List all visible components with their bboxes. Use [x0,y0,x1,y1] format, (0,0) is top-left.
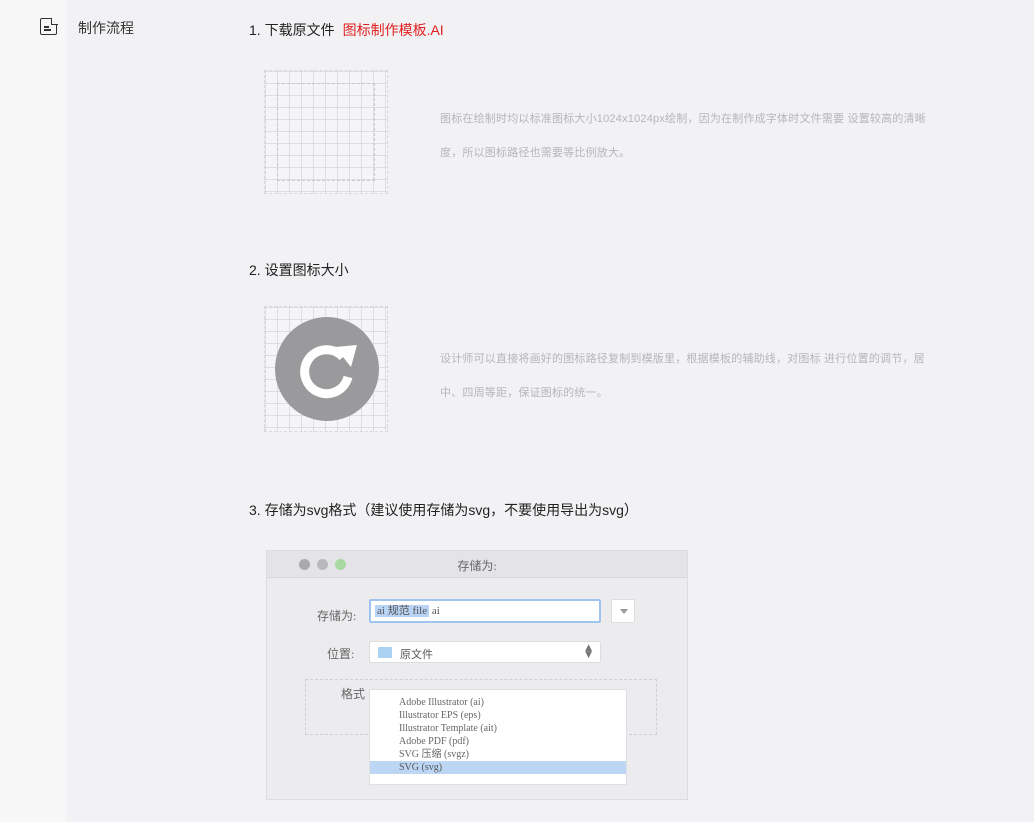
refresh-icon-circle [275,317,379,421]
section-title: 制作流程 [78,20,134,36]
format-option[interactable]: Illustrator EPS (eps) [370,709,626,722]
format-option[interactable]: Adobe PDF (pdf) [370,735,626,748]
step-2-description: 设计师可以直接将画好的图标路径复制到模版里，根据模板的辅助线，对图标 进行位置的… [440,353,925,399]
format-option[interactable]: Illustrator Template (ait) [370,722,626,735]
dialog-title: 存储为: [457,559,497,573]
format-option-selected[interactable]: SVG (svg) [370,761,626,774]
step-1-title: 1. 下载原文件 图标制作模板.AI [249,20,444,40]
template-grid-thumbnail [264,70,388,194]
expand-dialog-button[interactable] [611,599,635,623]
step-2-title: 2. 设置图标大小 [249,262,349,278]
location-select[interactable]: 原文件 ▲ ▼ [369,641,601,663]
filename-input[interactable]: ai 规范 file ai [369,599,601,623]
updown-chevron-icon: ▲ ▼ [585,643,592,660]
step-1-label: 1. 下载原文件 [249,22,335,38]
filename-selected-text: ai 规范 file [375,605,430,617]
location-label: 位置: [327,647,355,661]
icon-on-grid-thumbnail [264,306,388,432]
template-guide-frame [277,83,375,181]
format-label: 格式 [341,687,366,701]
template-download-link[interactable]: 图标制作模板.AI [343,22,444,38]
refresh-icon [300,345,357,399]
save-as-dialog: 存储为: 存储为: ai 规范 file ai 位置: 原文件 ▲ ▼ 格式 Ad… [266,550,688,800]
format-dropdown-list[interactable]: Adobe Illustrator (ai) Illustrator EPS (… [369,689,627,785]
save-as-label: 存储为: [317,609,357,623]
format-option[interactable]: SVG 压缩 (svgz) [370,748,626,761]
location-value: 原文件 [400,649,433,661]
step-3-title: 3. 存储为svg格式（建议使用存储为svg，不要使用导出为svg） [249,502,638,518]
folder-icon [378,647,392,658]
document-icon [40,17,58,35]
dialog-titlebar: 存储为: [267,551,687,578]
step-1-description: 图标在绘制时均以标准图标大小1024x1024px绘制，因为在制作成字体时文件需… [440,113,926,159]
format-option[interactable]: Adobe Illustrator (ai) [370,696,626,709]
filename-extension: ai [429,605,440,617]
